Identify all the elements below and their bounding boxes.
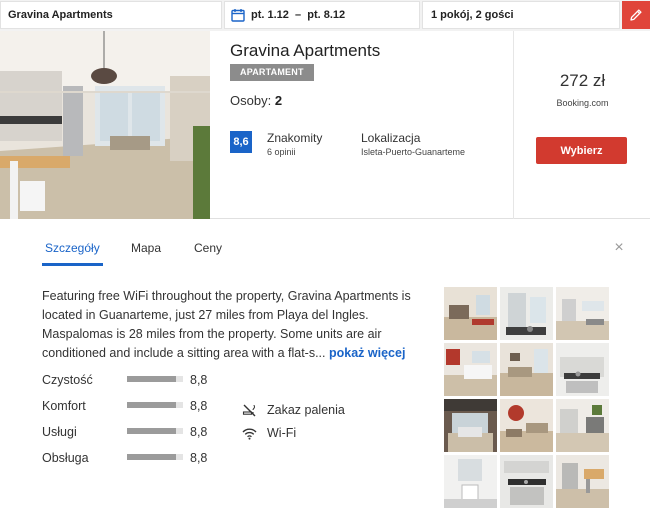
amenity-label: Wi-Fi [267, 426, 297, 440]
edit-search-button[interactable] [622, 1, 650, 29]
rating-value: 8,8 [190, 451, 208, 465]
detail-tabs: Szczegóły Mapa Ceny × [0, 226, 650, 268]
hotel-card: Gravina Apartments APARTAMENT Osoby: 2 8… [0, 31, 650, 219]
gallery-thumbnail[interactable] [444, 399, 497, 452]
gallery-thumbnail[interactable] [500, 399, 553, 452]
review-score-word: Znakomity [267, 131, 323, 145]
close-icon[interactable]: × [611, 240, 627, 256]
guests-rooms-field[interactable]: 1 pokój, 2 gości [422, 1, 620, 29]
price-panel: 272 zł Booking.com Wybierz [513, 31, 650, 219]
location-label: Lokalizacja [361, 131, 421, 145]
wifi-icon [242, 428, 257, 440]
guests-info: Osoby: 2 [230, 93, 282, 108]
date-range-field[interactable]: pt. 1.12 – pt. 8.12 [224, 1, 420, 29]
tab-prices[interactable]: Ceny [194, 241, 222, 255]
review-score-badge: 8,6 [230, 131, 252, 153]
gallery-thumbnail[interactable] [556, 343, 609, 396]
rating-label: Usługi [42, 425, 77, 439]
rating-label: Czystość [42, 373, 93, 387]
hotel-description: Featuring free WiFi throughout the prope… [42, 287, 414, 363]
guests-count: 2 [274, 93, 283, 108]
location-value: Isleta-Puerto-Guanarteme [361, 147, 466, 157]
booking-provider: Booking.com [556, 98, 609, 108]
price: 272 zł [559, 71, 606, 90]
hotel-name[interactable]: Gravina Apartments [230, 41, 380, 61]
rating-label: Obsługa [42, 451, 89, 465]
date-range-value: pt. 1.12 – pt. 8.12 [251, 9, 346, 21]
tab-map[interactable]: Mapa [131, 241, 161, 255]
rating-bar-fill [127, 428, 177, 434]
property-type-badge: APARTAMENT [230, 64, 314, 81]
rating-bar-fill [127, 376, 177, 382]
rating-bar [127, 428, 183, 434]
rating-value: 8,8 [190, 373, 208, 387]
rating-value: 8,8 [190, 399, 208, 413]
photo-gallery [444, 287, 610, 509]
hotel-info: Gravina Apartments APARTAMENT Osoby: 2 8… [230, 31, 510, 219]
rating-value: 8,8 [190, 425, 208, 439]
search-bar: Gravina Apartments pt. 1.12 – pt. 8.12 1… [0, 0, 650, 31]
rating-bar [127, 402, 183, 408]
show-more-link[interactable]: pokaż więcej [329, 346, 405, 360]
rating-bar-fill [127, 454, 177, 460]
tab-details[interactable]: Szczegóły [45, 241, 100, 255]
rating-bar-fill [127, 402, 177, 408]
no-smoking-icon [242, 404, 256, 416]
gallery-thumbnail[interactable] [444, 287, 497, 340]
rating-bar [127, 376, 183, 382]
apartment-interior-image [0, 31, 210, 219]
gallery-thumbnail[interactable] [556, 455, 609, 508]
guests-rooms-value: 1 pokój, 2 gości [431, 9, 514, 21]
gallery-thumbnail[interactable] [500, 455, 553, 508]
pencil-icon [630, 9, 642, 21]
gallery-thumbnail[interactable] [500, 343, 553, 396]
gallery-thumbnail[interactable] [444, 343, 497, 396]
amenity-no-smoking: Zakaz palenia [242, 401, 402, 419]
rating-row: Czystość 8,8 [42, 373, 242, 399]
rating-bar [127, 454, 183, 460]
amenity-wifi: Wi-Fi [242, 424, 402, 442]
review-count[interactable]: 6 opinii [267, 147, 296, 157]
gallery-thumbnail[interactable] [556, 399, 609, 452]
rating-row: Komfort 8,8 [42, 399, 242, 425]
gallery-thumbnail[interactable] [500, 287, 553, 340]
active-tab-indicator [42, 263, 103, 266]
calendar-icon [231, 9, 245, 22]
select-button[interactable]: Wybierz [536, 137, 627, 164]
amenity-label: Zakaz palenia [267, 403, 345, 417]
gallery-thumbnail[interactable] [556, 287, 609, 340]
rating-breakdown: Czystość 8,8 Komfort 8,8 Usługi 8,8 Obsł… [42, 373, 242, 477]
hotel-search-field[interactable]: Gravina Apartments [0, 1, 222, 29]
rating-label: Komfort [42, 399, 86, 413]
rating-row: Usługi 8,8 [42, 425, 242, 451]
hotel-search-value: Gravina Apartments [8, 9, 113, 21]
guests-label: Osoby: [230, 93, 272, 108]
rating-row: Obsługa 8,8 [42, 451, 242, 477]
hotel-main-photo[interactable] [0, 31, 210, 219]
gallery-thumbnail[interactable] [444, 455, 497, 508]
